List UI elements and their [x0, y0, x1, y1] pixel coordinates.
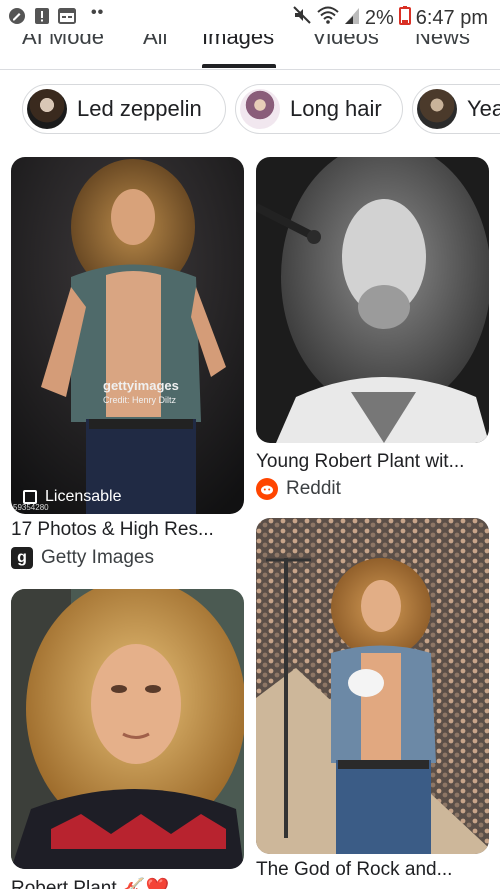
wifi-icon — [317, 5, 339, 31]
image-icon — [23, 490, 37, 504]
result-image[interactable] — [11, 589, 244, 869]
chip-label: Long hair — [290, 96, 382, 121]
result-image[interactable] — [256, 518, 489, 854]
chip-thumbnail — [27, 89, 67, 129]
chip-label: Yea — [467, 96, 500, 121]
getty-images-icon: g — [11, 547, 33, 569]
clock: 6:47 pm — [415, 6, 488, 29]
related-searches-chips: Led zeppelin Long hair Yea — [0, 84, 500, 138]
image-result[interactable]: Robert Plant 🎸❤️... — [11, 589, 244, 889]
result-title[interactable]: Young Robert Plant wit... — [256, 451, 489, 473]
image-result[interactable]: gettyimages Credit: Henry Diltz 59354280… — [11, 157, 244, 577]
signal-icon — [344, 5, 360, 31]
result-title[interactable]: 17 Photos & High Res... — [11, 519, 244, 541]
result-image[interactable] — [256, 157, 489, 443]
more-dots-icon: •• — [91, 4, 105, 21]
edit-icon — [8, 7, 26, 25]
result-title[interactable]: The God of Rock and... — [256, 859, 489, 881]
result-image[interactable]: gettyimages Credit: Henry Diltz 59354280… — [11, 157, 244, 514]
guitar-heart-emoji: 🎸❤️... — [121, 878, 186, 889]
result-source[interactable]: g Getty Images — [11, 547, 154, 569]
image-result[interactable]: The God of Rock and... — [256, 518, 489, 889]
chip-year[interactable]: Yea — [412, 84, 500, 134]
result-title[interactable]: Robert Plant 🎸❤️... — [11, 876, 244, 889]
alert-icon — [33, 7, 51, 25]
battery-percent: 2% — [364, 6, 394, 29]
battery-icon — [398, 5, 411, 31]
result-source[interactable]: Reddit — [256, 478, 341, 500]
reddit-icon — [256, 478, 278, 500]
status-bar: •• 2% 6:47 pm — [0, 0, 500, 34]
chip-label: Led zeppelin — [77, 96, 202, 121]
chip-long-hair[interactable]: Long hair — [235, 84, 403, 134]
chip-thumbnail — [417, 89, 457, 129]
chip-led-zeppelin[interactable]: Led zeppelin — [22, 84, 226, 134]
licensable-badge: Licensable — [23, 488, 122, 506]
getty-watermark: gettyimages Credit: Henry Diltz — [103, 378, 179, 406]
calendar-icon — [58, 7, 76, 25]
mute-icon — [292, 5, 312, 31]
image-result[interactable]: Young Robert Plant wit... Reddit — [256, 157, 489, 507]
chip-thumbnail — [240, 89, 280, 129]
active-tab-indicator — [202, 64, 276, 68]
